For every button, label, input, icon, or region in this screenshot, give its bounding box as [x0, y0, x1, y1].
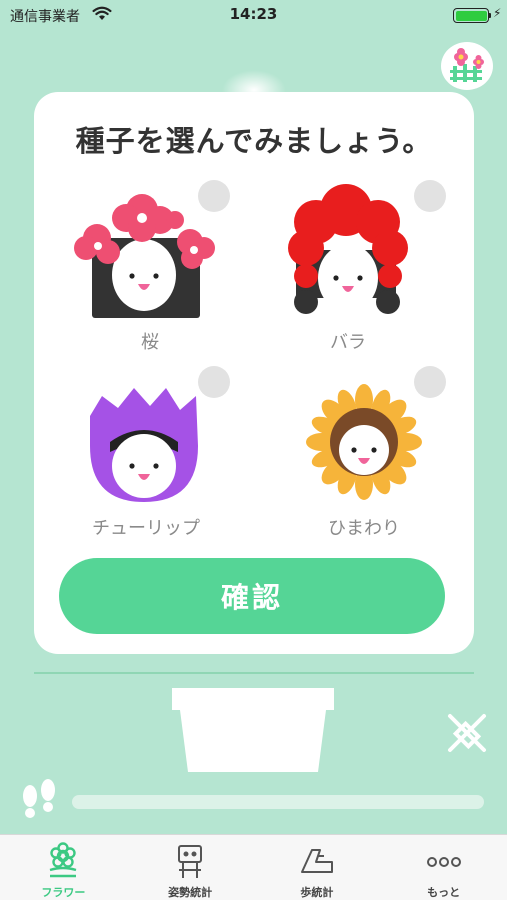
tab-label: フラワー: [41, 886, 86, 899]
flower-pot: [172, 688, 334, 772]
tab-label: もっと: [427, 886, 461, 899]
rose-flower-character: [288, 184, 408, 314]
tab-bar: フラワー 姿勢統計 歩統計 もっと: [0, 834, 507, 900]
flower-fence-icon: [450, 48, 484, 82]
battery-nub: [489, 13, 491, 18]
more-icon: [426, 857, 461, 867]
tab-more[interactable]: もっと: [380, 835, 507, 900]
sunflower-flower-character: [306, 384, 422, 500]
garden-button[interactable]: [441, 42, 493, 90]
seed-selection-dialog: 種子を選んでみましょう。 桜 バラ チューリップ ひまわり 確認: [34, 92, 474, 654]
ground-divider: [34, 672, 474, 674]
seed-option-label: 桜: [141, 332, 159, 353]
step-progress-bar: [72, 795, 484, 809]
charging-icon: ⚡: [493, 6, 502, 20]
tab-posture-stats[interactable]: 姿勢統計: [127, 835, 254, 900]
status-bar: 通信事業者 14:23 ⚡: [0, 0, 507, 32]
tab-label: 姿勢統計: [168, 886, 213, 899]
seed-option-label: ひまわり: [328, 518, 400, 539]
seed-option-rose[interactable]: バラ: [266, 180, 466, 362]
seed-option-label: チューリップ: [92, 518, 200, 539]
seed-option-label: バラ: [330, 332, 366, 353]
shovel-icon[interactable]: [444, 712, 490, 756]
flower-icon: [50, 842, 77, 878]
rose-check-icon: [414, 180, 446, 212]
clock: 14:23: [229, 5, 278, 23]
sakura-check-icon: [198, 180, 230, 212]
tab-flower[interactable]: フラワー: [0, 835, 127, 900]
dialog-title: 種子を選んでみましょう。: [75, 124, 433, 158]
footprints-icon: [23, 779, 55, 818]
step-stats-icon: [300, 849, 333, 873]
battery-icon: [453, 8, 489, 23]
posture-stats-icon: [178, 845, 203, 878]
seed-option-sunflower[interactable]: ひまわり: [266, 366, 466, 548]
seed-option-tulip[interactable]: チューリップ: [62, 366, 262, 548]
tab-step-stats[interactable]: 歩統計: [254, 835, 381, 900]
tulip-check-icon: [198, 366, 230, 398]
seed-option-sakura[interactable]: 桜: [62, 180, 262, 362]
battery-level: [455, 10, 487, 21]
sunflower-check-icon: [414, 366, 446, 398]
tab-label: 歩統計: [300, 886, 334, 899]
confirm-button[interactable]: 確認: [59, 558, 445, 634]
